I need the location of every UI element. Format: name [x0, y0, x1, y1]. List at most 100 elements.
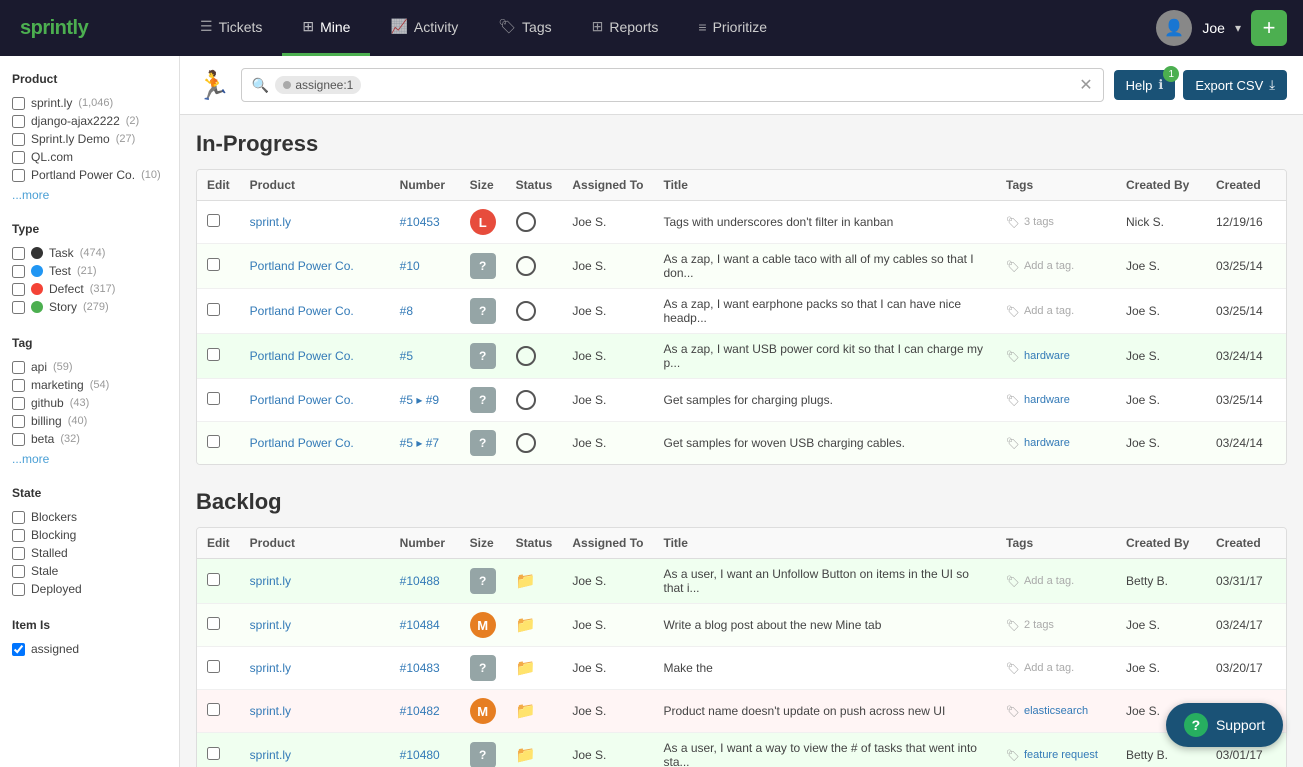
help-button[interactable]: Help ℹ 1	[1114, 70, 1176, 100]
sidebar-tag-billing[interactable]: billing (40)	[12, 412, 167, 430]
search-input[interactable]	[367, 78, 1073, 93]
sidebar-product-portland-checkbox[interactable]	[12, 169, 25, 182]
tags-cell[interactable]: 🏷2 tags	[996, 604, 1116, 647]
row-checkbox[interactable]	[207, 660, 220, 673]
title-cell[interactable]: Product name doesn't update on push acro…	[653, 690, 996, 733]
row-checkbox[interactable]	[207, 435, 220, 448]
add-button[interactable]: +	[1251, 10, 1287, 46]
sidebar-tag-beta[interactable]: beta (32)	[12, 430, 167, 448]
sidebar-tag-marketing-checkbox[interactable]	[12, 379, 25, 392]
sidebar-itemis-assigned-checkbox[interactable]	[12, 643, 25, 656]
search-input-wrap[interactable]: 🔍 assignee:1 ✕	[241, 68, 1104, 102]
sidebar-state-blockers[interactable]: Blockers	[12, 508, 167, 526]
nav-mine[interactable]: ⊞ Mine	[282, 0, 370, 56]
sidebar-item-portland[interactable]: Portland Power Co. (10)	[12, 166, 167, 184]
sidebar-type-defect-checkbox[interactable]	[12, 283, 25, 296]
sidebar-tag-marketing[interactable]: marketing (54)	[12, 376, 167, 394]
sidebar-item-django[interactable]: django-ajax2222 (2)	[12, 112, 167, 130]
row-checkbox[interactable]	[207, 258, 220, 271]
title-cell[interactable]: Make the	[653, 647, 996, 690]
number-cell[interactable]: #8	[390, 289, 460, 334]
title-cell[interactable]: Write a blog post about the new Mine tab	[653, 604, 996, 647]
sidebar-tag-github-checkbox[interactable]	[12, 397, 25, 410]
sidebar-product-ql-checkbox[interactable]	[12, 151, 25, 164]
tags-cell[interactable]: 🏷Add a tag.	[996, 559, 1116, 604]
title-cell[interactable]: As a zap, I want earphone packs so that …	[653, 289, 996, 334]
number-cell[interactable]: #10483	[390, 647, 460, 690]
sidebar-state-stalled-checkbox[interactable]	[12, 547, 25, 560]
sidebar-state-stale[interactable]: Stale	[12, 562, 167, 580]
sidebar-state-blocking-checkbox[interactable]	[12, 529, 25, 542]
sidebar-state-stalled[interactable]: Stalled	[12, 544, 167, 562]
sidebar-item-sprintlydemo[interactable]: Sprint.ly Demo (27)	[12, 130, 167, 148]
sidebar-type-task-checkbox[interactable]	[12, 247, 25, 260]
sidebar-tag-github[interactable]: github (43)	[12, 394, 167, 412]
export-csv-button[interactable]: Export CSV ⤓	[1183, 70, 1287, 100]
sidebar-type-task[interactable]: Task (474)	[12, 244, 167, 262]
nav-prioritize[interactable]: ≡ Prioritize	[678, 0, 787, 56]
tags-cell[interactable]: 🏷Add a tag.	[996, 244, 1116, 289]
row-checkbox[interactable]	[207, 348, 220, 361]
number-cell[interactable]: #5	[390, 334, 460, 379]
user-name[interactable]: Joe	[1202, 20, 1225, 36]
title-cell[interactable]: As a user, I want a way to view the # of…	[653, 733, 996, 767]
sidebar-type-test-checkbox[interactable]	[12, 265, 25, 278]
tags-cell[interactable]: 🏷Add a tag.	[996, 647, 1116, 690]
nav-activity[interactable]: 📈 Activity	[370, 0, 478, 56]
title-cell[interactable]: Get samples for charging plugs.	[653, 379, 996, 422]
title-cell[interactable]: Tags with underscores don't filter in ka…	[653, 201, 996, 244]
sidebar-item-ql[interactable]: QL.com	[12, 148, 167, 166]
title-cell[interactable]: As a zap, I want a cable taco with all o…	[653, 244, 996, 289]
tags-cell[interactable]: 🏷3 tags	[996, 201, 1116, 244]
row-checkbox[interactable]	[207, 573, 220, 586]
number-cell[interactable]: #5 ▸ #9	[390, 379, 460, 422]
tags-cell[interactable]: 🏷Add a tag.	[996, 289, 1116, 334]
tags-cell[interactable]: 🏷feature request	[996, 733, 1116, 767]
sidebar-item-sprintly[interactable]: sprint.ly (1,046)	[12, 94, 167, 112]
sidebar-tag-api[interactable]: api (59)	[12, 358, 167, 376]
sidebar-type-story-checkbox[interactable]	[12, 301, 25, 314]
tags-cell[interactable]: 🏷hardware	[996, 422, 1116, 465]
user-dropdown-icon[interactable]: ▾	[1235, 21, 1241, 35]
sidebar-more-products[interactable]: ...more	[12, 188, 167, 202]
sidebar-state-stale-checkbox[interactable]	[12, 565, 25, 578]
number-cell[interactable]: #10453	[390, 201, 460, 244]
sidebar-product-django-checkbox[interactable]	[12, 115, 25, 128]
row-checkbox[interactable]	[207, 617, 220, 630]
row-checkbox[interactable]	[207, 392, 220, 405]
sidebar-state-deployed-checkbox[interactable]	[12, 583, 25, 596]
row-checkbox[interactable]	[207, 214, 220, 227]
sidebar-tag-billing-checkbox[interactable]	[12, 415, 25, 428]
sidebar-type-defect[interactable]: Defect (317)	[12, 280, 167, 298]
nav-tags[interactable]: 🏷 Tags	[478, 0, 571, 56]
title-cell[interactable]: As a user, I want an Unfollow Button on …	[653, 559, 996, 604]
row-checkbox[interactable]	[207, 303, 220, 316]
number-cell[interactable]: #10482	[390, 690, 460, 733]
title-cell[interactable]: Get samples for woven USB charging cable…	[653, 422, 996, 465]
sidebar-state-blockers-checkbox[interactable]	[12, 511, 25, 524]
number-cell[interactable]: #10480	[390, 733, 460, 767]
tags-cell[interactable]: 🏷hardware	[996, 379, 1116, 422]
sidebar-product-sprintly-checkbox[interactable]	[12, 97, 25, 110]
sidebar-product-demo-checkbox[interactable]	[12, 133, 25, 146]
nav-tickets[interactable]: ☰ Tickets	[180, 0, 282, 56]
title-cell[interactable]: As a zap, I want USB power cord kit so t…	[653, 334, 996, 379]
row-checkbox[interactable]	[207, 747, 220, 760]
number-cell[interactable]: #5 ▸ #7	[390, 422, 460, 465]
logo[interactable]: sprintly	[0, 17, 180, 40]
sidebar-state-deployed[interactable]: Deployed	[12, 580, 167, 598]
number-cell[interactable]: #10488	[390, 559, 460, 604]
tags-cell[interactable]: 🏷hardware	[996, 334, 1116, 379]
support-button[interactable]: ? Support	[1166, 703, 1283, 747]
sidebar-type-test[interactable]: Test (21)	[12, 262, 167, 280]
row-checkbox[interactable]	[207, 703, 220, 716]
sidebar-type-story[interactable]: Story (279)	[12, 298, 167, 316]
nav-reports[interactable]: ⊞ Reports	[572, 0, 679, 56]
sidebar-itemis-assigned[interactable]: assigned	[12, 640, 167, 658]
tags-cell[interactable]: 🏷elasticsearch	[996, 690, 1116, 733]
number-cell[interactable]: #10484	[390, 604, 460, 647]
sidebar-tag-beta-checkbox[interactable]	[12, 433, 25, 446]
sidebar-tag-api-checkbox[interactable]	[12, 361, 25, 374]
number-cell[interactable]: #10	[390, 244, 460, 289]
sidebar-state-blocking[interactable]: Blocking	[12, 526, 167, 544]
